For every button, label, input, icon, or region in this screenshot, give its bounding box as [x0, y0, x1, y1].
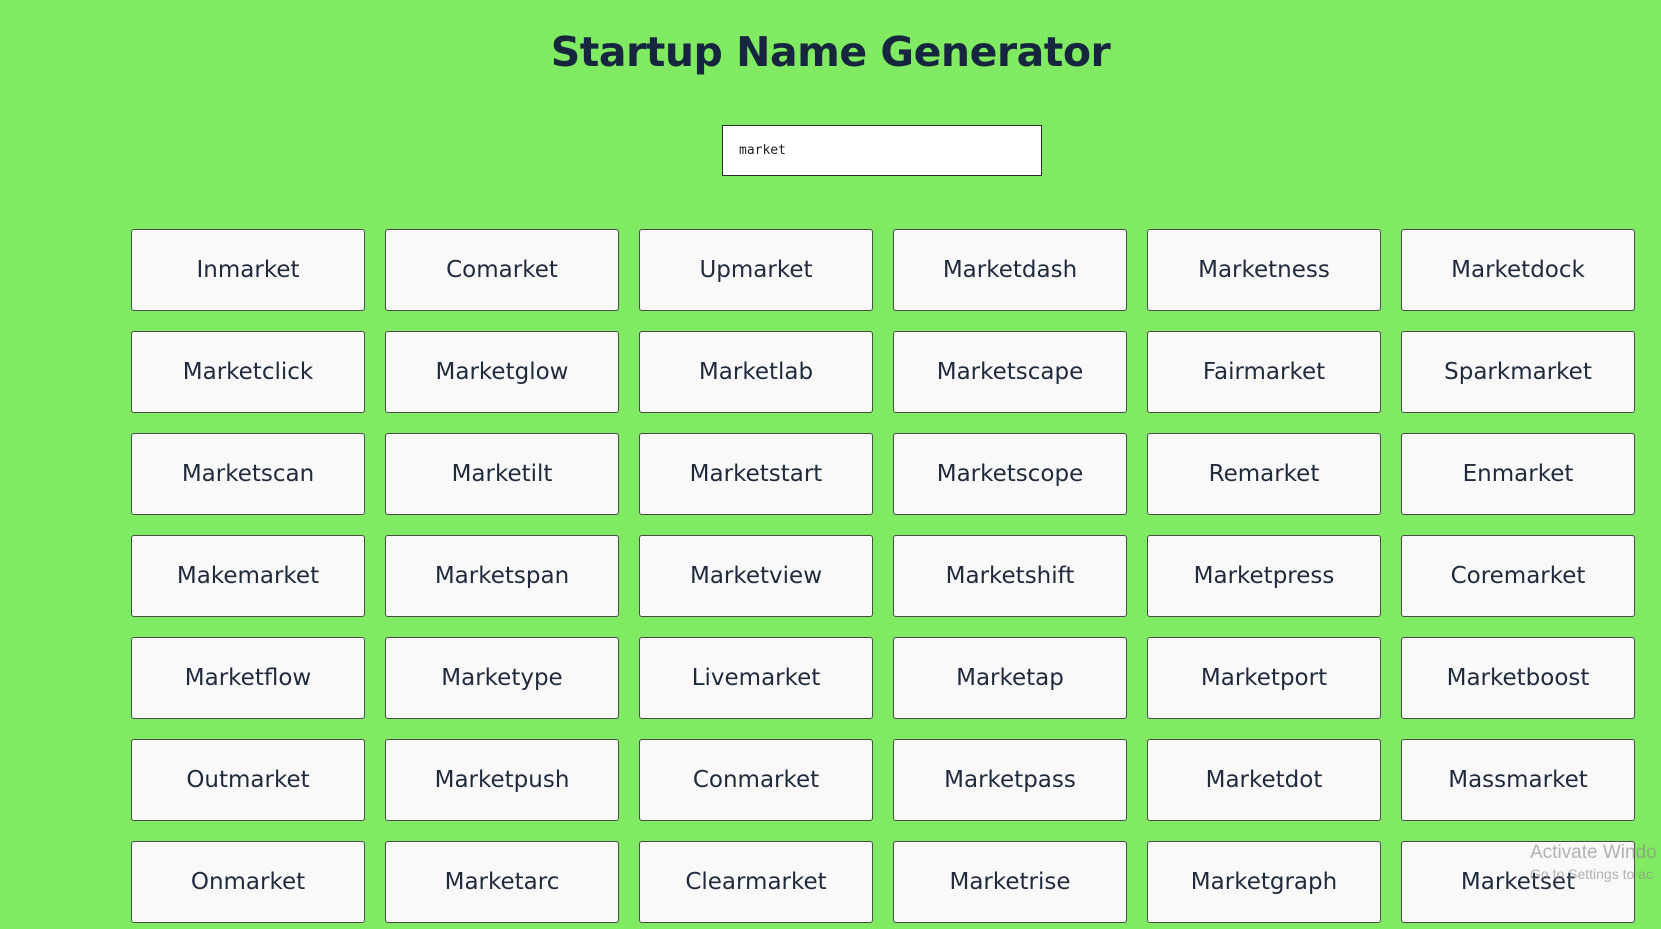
name-card[interactable]: Marketscape — [893, 331, 1127, 413]
name-card[interactable]: Livemarket — [639, 637, 873, 719]
name-card[interactable]: Marketview — [639, 535, 873, 617]
name-card[interactable]: Inmarket — [131, 229, 365, 311]
name-card[interactable]: Marketrise — [893, 841, 1127, 923]
name-card[interactable]: Marketpress — [1147, 535, 1381, 617]
name-card[interactable]: Remarket — [1147, 433, 1381, 515]
name-card[interactable]: Makemarket — [131, 535, 365, 617]
name-card[interactable]: Marketport — [1147, 637, 1381, 719]
name-card[interactable]: Marketclick — [131, 331, 365, 413]
name-card[interactable]: Conmarket — [639, 739, 873, 821]
name-card[interactable]: Marketpush — [385, 739, 619, 821]
name-card[interactable]: Onmarket — [131, 841, 365, 923]
name-grid: Inmarket Comarket Upmarket Marketdash Market… — [131, 229, 1635, 923]
name-card[interactable]: Marketdock — [1401, 229, 1635, 311]
name-card[interactable]: Massmarket — [1401, 739, 1635, 821]
name-card[interactable]: Marketness — [1147, 229, 1381, 311]
name-card[interactable]: Marketflow — [131, 637, 365, 719]
name-card[interactable]: Marketspan — [385, 535, 619, 617]
name-card[interactable]: Marketstart — [639, 433, 873, 515]
name-card[interactable]: Marketpass — [893, 739, 1127, 821]
name-card[interactable]: Marketap — [893, 637, 1127, 719]
name-card[interactable]: Marketilt — [385, 433, 619, 515]
name-card[interactable]: Marketgraph — [1147, 841, 1381, 923]
name-card[interactable]: Marketshift — [893, 535, 1127, 617]
name-card[interactable]: Marketdash — [893, 229, 1127, 311]
page-title: Startup Name Generator — [550, 28, 1111, 76]
name-card[interactable]: Coremarket — [1401, 535, 1635, 617]
name-card[interactable]: Comarket — [385, 229, 619, 311]
name-card[interactable]: Fairmarket — [1147, 331, 1381, 413]
name-card[interactable]: Enmarket — [1401, 433, 1635, 515]
name-card[interactable]: Marketlab — [639, 331, 873, 413]
name-card[interactable]: Marketboost — [1401, 637, 1635, 719]
name-card[interactable]: Marketscan — [131, 433, 365, 515]
name-card[interactable]: Marketglow — [385, 331, 619, 413]
name-card[interactable]: Marketscope — [893, 433, 1127, 515]
name-card[interactable]: Sparkmarket — [1401, 331, 1635, 413]
name-card[interactable]: Upmarket — [639, 229, 873, 311]
name-card[interactable]: Marketarc — [385, 841, 619, 923]
name-card[interactable]: Clearmarket — [639, 841, 873, 923]
name-card[interactable]: Marketdot — [1147, 739, 1381, 821]
name-card[interactable]: Marketset — [1401, 841, 1635, 923]
name-card[interactable]: Outmarket — [131, 739, 365, 821]
name-card[interactable]: Marketype — [385, 637, 619, 719]
search-input[interactable] — [722, 125, 1042, 176]
